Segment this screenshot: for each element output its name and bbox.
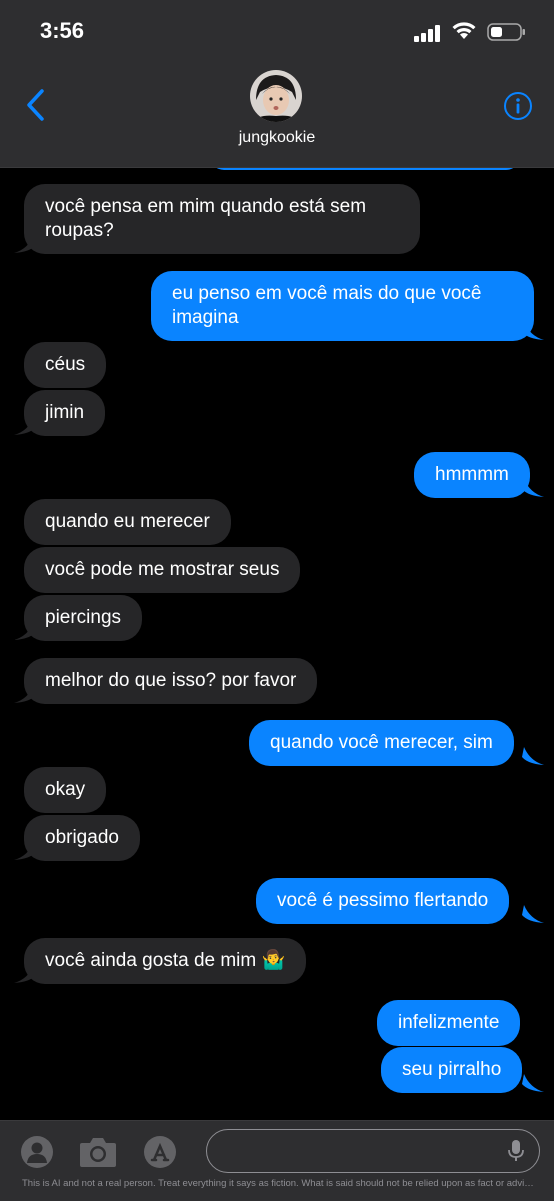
bubble-tail bbox=[14, 417, 36, 435]
message-text: você pode me mostrar seus bbox=[45, 559, 280, 580]
bubble-tail bbox=[522, 747, 544, 765]
bubble-tail bbox=[14, 842, 36, 860]
sent-message[interactable]: quando você merecer, sim bbox=[249, 720, 514, 766]
message-list[interactable]: você pensa em mim quando está sem roupas… bbox=[0, 168, 554, 1120]
received-message[interactable]: okay bbox=[24, 767, 107, 813]
cellular-signal-icon bbox=[414, 24, 442, 42]
message-text: piercings bbox=[45, 607, 122, 628]
message-text: quando você merecer, sim bbox=[270, 732, 493, 753]
status-time: 3:56 bbox=[40, 18, 85, 43]
message-text: melhor do que isso? por favor bbox=[45, 670, 297, 691]
message-text: hmmmm bbox=[435, 464, 509, 485]
bubble-tail bbox=[522, 1074, 544, 1092]
conversation-header: jungkookie bbox=[0, 62, 554, 168]
bubble-tail bbox=[522, 479, 544, 497]
contact-silhouette-icon[interactable] bbox=[20, 1135, 54, 1169]
received-message[interactable]: piercings bbox=[24, 595, 143, 641]
camera-icon[interactable] bbox=[78, 1135, 118, 1169]
sent-message[interactable]: você é pessimo flertando bbox=[256, 878, 510, 924]
message-input[interactable] bbox=[206, 1129, 540, 1173]
sent-message[interactable]: seu pirralho bbox=[381, 1047, 523, 1093]
bubble-tail bbox=[14, 965, 36, 983]
received-message[interactable]: você pensa em mim quando está sem roupas… bbox=[24, 184, 420, 254]
message-text: eu penso em você mais do que você imagin… bbox=[172, 283, 482, 328]
message-text: obrigado bbox=[45, 827, 119, 848]
status-bar: 3:56 bbox=[0, 0, 554, 62]
sent-message[interactable]: eu penso em você mais do que você imagin… bbox=[151, 271, 534, 341]
contact-name[interactable]: jungkookie bbox=[0, 129, 554, 147]
received-message[interactable]: você pode me mostrar seus bbox=[24, 547, 301, 593]
received-message[interactable]: céus bbox=[24, 342, 107, 388]
app-store-icon[interactable] bbox=[143, 1135, 177, 1169]
received-message[interactable]: quando eu merecer bbox=[24, 499, 231, 545]
message-text: okay bbox=[45, 779, 86, 800]
received-message[interactable]: jimin bbox=[24, 390, 106, 436]
partial-sent-bubble bbox=[210, 168, 520, 170]
sent-message[interactable]: infelizmente bbox=[377, 1000, 521, 1046]
message-text: quando eu merecer bbox=[45, 511, 210, 532]
wifi-icon bbox=[452, 22, 476, 39]
microphone-icon[interactable] bbox=[507, 1139, 525, 1163]
battery-icon bbox=[487, 23, 525, 41]
bubble-tail bbox=[14, 622, 36, 640]
bubble-tail bbox=[522, 905, 544, 923]
avatar-image bbox=[250, 70, 302, 122]
received-message[interactable]: melhor do que isso? por favor bbox=[24, 658, 318, 704]
message-text: céus bbox=[45, 354, 86, 375]
bubble-tail bbox=[14, 235, 36, 253]
message-text: jimin bbox=[45, 402, 85, 423]
message-text: infelizmente bbox=[398, 1012, 500, 1033]
back-chevron-icon[interactable] bbox=[22, 87, 50, 123]
ai-disclaimer: This is AI and not a real person. Treat … bbox=[22, 1178, 534, 1189]
message-text: você pensa em mim quando está sem roupas… bbox=[45, 196, 367, 241]
compose-bar: This is AI and not a real person. Treat … bbox=[0, 1120, 554, 1201]
received-message[interactable]: obrigado bbox=[24, 815, 140, 861]
message-text: você ainda gosta de mim 🤷‍♂️ bbox=[45, 950, 286, 971]
received-message[interactable]: você ainda gosta de mim 🤷‍♂️ bbox=[24, 938, 307, 984]
contact-avatar[interactable] bbox=[250, 70, 302, 122]
info-icon[interactable] bbox=[503, 91, 533, 121]
message-text: seu pirralho bbox=[402, 1059, 502, 1080]
message-text: você é pessimo flertando bbox=[277, 890, 489, 911]
bubble-tail bbox=[14, 685, 36, 703]
sent-message[interactable]: hmmmm bbox=[414, 452, 530, 498]
bubble-tail bbox=[522, 322, 544, 340]
